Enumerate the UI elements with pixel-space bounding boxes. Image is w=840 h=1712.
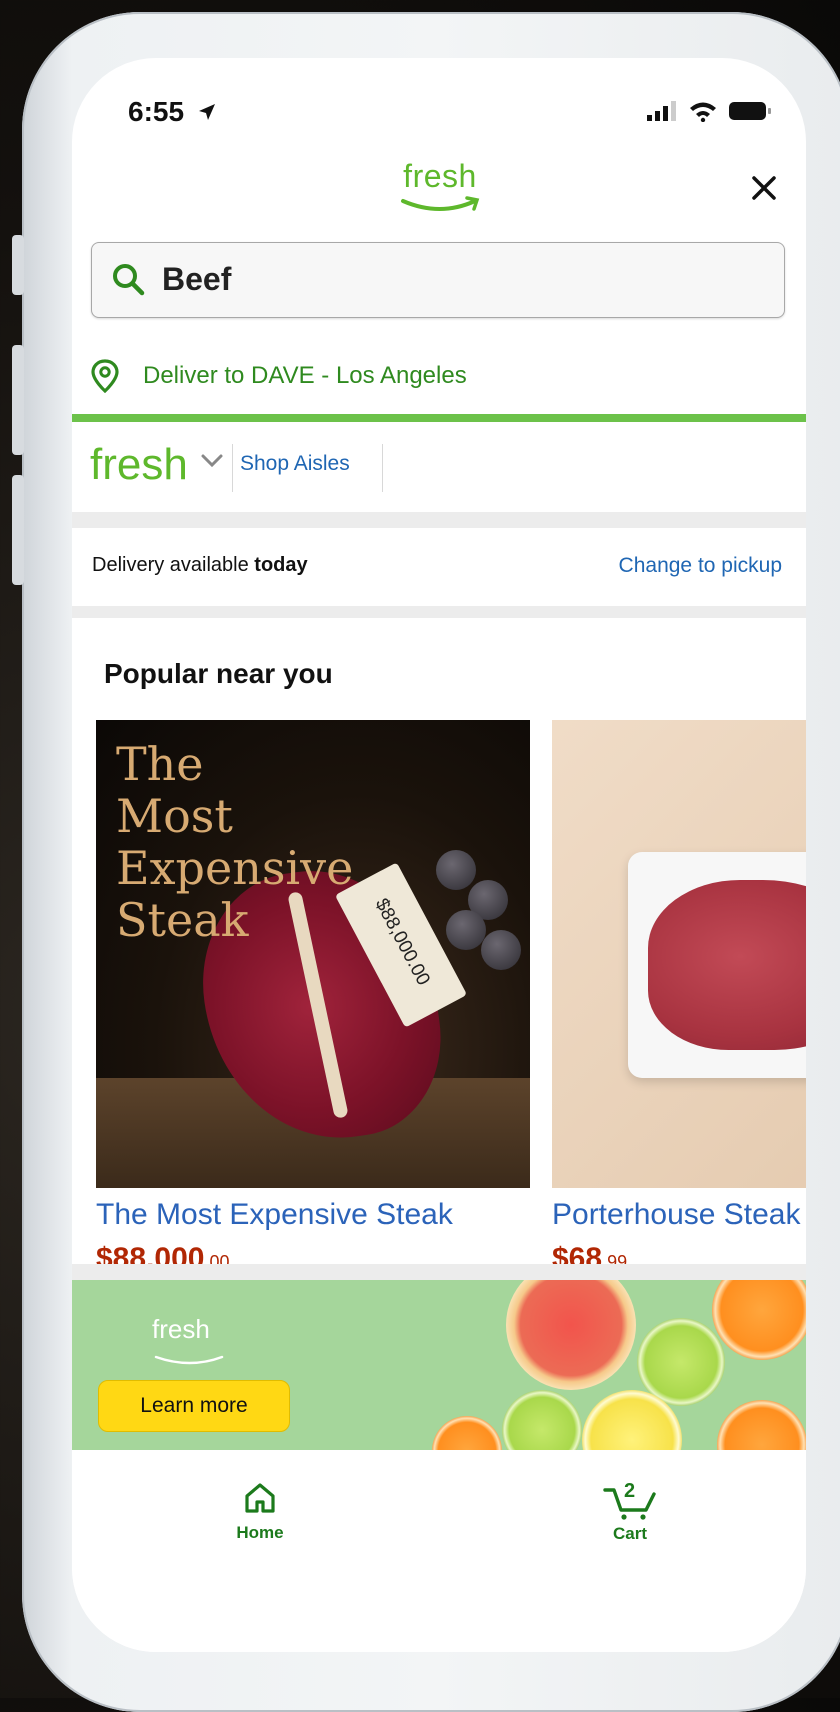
phone-volume-down <box>12 475 24 585</box>
smile-arrow-icon <box>154 1355 224 1365</box>
garlic-shape <box>481 930 521 970</box>
phone-volume-up <box>12 345 24 455</box>
deliver-location-link[interactable]: Deliver to DAVE - Los Angeles <box>91 354 467 398</box>
phone-side-button <box>12 235 24 295</box>
app-screen: 6:55 fresh Beef Deliver to DAVE - Los An… <box>72 58 806 1652</box>
orange-shape <box>717 1400 806 1450</box>
close-icon <box>752 176 776 200</box>
garlic-shape <box>446 910 486 950</box>
product-card[interactable]: Porterhouse Steak $68.99 <box>552 720 806 1275</box>
headline-line: The <box>116 737 204 791</box>
banner-logo-text: fresh <box>152 1314 210 1344</box>
fresh-store-menu[interactable]: fresh <box>90 440 188 490</box>
learn-more-button[interactable]: Learn more <box>98 1380 290 1432</box>
tab-home-label: Home <box>236 1523 284 1542</box>
product-title[interactable]: Porterhouse Steak <box>552 1198 800 1232</box>
home-icon <box>245 1483 275 1513</box>
search-input[interactable]: Beef <box>91 242 785 318</box>
headline-line: Expensive <box>116 841 354 895</box>
chevron-down-icon[interactable] <box>199 452 225 470</box>
tab-cart[interactable]: 2 Cart <box>570 1480 690 1544</box>
lime-shape <box>502 1390 582 1450</box>
deliver-location-text: Deliver to DAVE - Los Angeles <box>143 362 467 389</box>
location-pin-icon <box>91 359 119 393</box>
popular-section: Popular near you The Most Expensive Stea… <box>72 618 806 1275</box>
section-gap <box>72 512 806 528</box>
delivery-emphasis: today <box>254 554 308 576</box>
search-query: Beef <box>162 261 232 297</box>
status-icons <box>646 100 772 122</box>
cart-count-badge: 2 <box>624 1480 636 1502</box>
bottom-tab-bar: Home 2 Cart <box>72 1450 806 1652</box>
steak-shape <box>648 880 806 1050</box>
garlic-shape <box>436 850 476 890</box>
tab-home[interactable]: Home <box>200 1482 320 1543</box>
section-gap <box>72 606 806 618</box>
grapefruit-shape <box>506 1280 636 1390</box>
cellular-signal-icon <box>647 101 676 121</box>
product-card[interactable]: The Most Expensive Steak $88,000.00 The … <box>96 720 530 1275</box>
section-gap <box>72 1264 806 1280</box>
fresh-logo-text: fresh <box>403 158 477 194</box>
headline-line: Most <box>116 789 233 843</box>
orange-shape <box>712 1280 806 1360</box>
divider <box>382 444 383 492</box>
promo-banner[interactable]: fresh Learn more <box>72 1280 806 1450</box>
section-title: Popular near you <box>104 658 333 689</box>
wifi-icon <box>690 102 716 122</box>
smile-arrow-icon <box>401 196 480 211</box>
orange-shape <box>432 1416 502 1450</box>
fresh-banner-logo: fresh <box>152 1314 228 1376</box>
battery-icon <box>729 102 771 120</box>
divider <box>232 444 233 492</box>
headline-line: Steak <box>116 893 249 947</box>
product-image[interactable]: The Most Expensive Steak $88,000.00 <box>96 720 530 1188</box>
app-header: fresh <box>72 158 806 238</box>
search-icon <box>113 264 145 296</box>
change-to-pickup-link[interactable]: Change to pickup <box>619 554 782 578</box>
delivery-availability: Delivery available today Change to picku… <box>72 528 806 606</box>
delivery-status: Delivery available today <box>92 554 308 577</box>
status-time-text: 6:55 <box>128 96 185 127</box>
delivery-prefix: Delivery available <box>92 554 255 576</box>
status-time: 6:55 <box>128 96 218 128</box>
status-bar: 6:55 <box>72 58 806 138</box>
location-arrow-icon <box>198 104 215 120</box>
product-title[interactable]: The Most Expensive Steak <box>96 1198 453 1232</box>
shop-aisles-button[interactable]: Shop Aisles <box>240 452 350 476</box>
image-headline: The Most Expensive Steak <box>116 738 353 946</box>
fresh-logo[interactable]: fresh <box>395 158 485 228</box>
aisle-bar: fresh Shop Aisles <box>72 422 806 512</box>
tab-cart-label: Cart <box>612 1524 647 1543</box>
product-image[interactable] <box>552 720 806 1188</box>
close-button[interactable] <box>744 168 784 208</box>
header-green-rule <box>72 414 806 422</box>
cart-icon-wrap: 2 <box>600 1480 660 1520</box>
